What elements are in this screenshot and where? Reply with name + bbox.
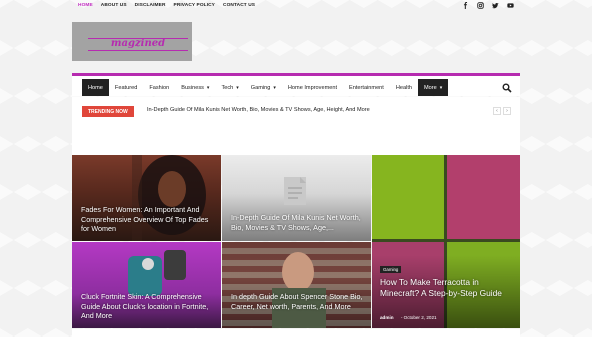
instagram-icon[interactable] <box>477 2 484 9</box>
top-menu-home[interactable]: HOME <box>78 3 93 8</box>
chevron-down-icon: ▾ <box>206 84 210 91</box>
nav-item-home-improvement[interactable]: Home Improvement <box>282 79 343 96</box>
top-bar: HOME ABOUT US DISCLAIMER PRIVACY POLICY … <box>72 0 520 13</box>
nav-label: Business <box>181 84 204 91</box>
nav-label: Gaming <box>250 84 271 91</box>
post-date: October 2, 2021 <box>403 315 437 320</box>
post-author[interactable]: admin <box>380 315 394 320</box>
site-logo[interactable]: magzined <box>72 22 192 61</box>
post-card[interactable]: Cluck Fortnite Skin: A Comprehensive Gui… <box>72 242 221 328</box>
nav-label: Fashion <box>149 84 170 91</box>
chevron-down-icon: ▾ <box>439 84 443 91</box>
top-menu-privacy-policy[interactable]: PRIVACY POLICY <box>174 3 215 8</box>
nav-item-fashion[interactable]: Fashion <box>143 79 175 96</box>
content-spacer <box>72 129 520 155</box>
category-badge[interactable]: Gaming <box>380 266 402 273</box>
post-meta: admin - October 2, 2021 <box>380 315 437 320</box>
search-icon[interactable] <box>502 80 512 93</box>
trending-headline[interactable]: In-Depth Guide Of Mila Kunis Net Worth, … <box>147 107 370 113</box>
top-menu-about-us[interactable]: ABOUT US <box>101 3 127 8</box>
nav-item-tech[interactable]: Tech ▾ <box>215 79 244 96</box>
social-links <box>462 2 514 9</box>
nav-label: Entertainment <box>349 84 384 91</box>
nav-item-health[interactable]: Health <box>390 79 418 96</box>
youtube-icon[interactable] <box>507 2 514 9</box>
post-card[interactable]: In depth Guide About Spencer Stone Bio, … <box>222 242 371 328</box>
nav-label: Home <box>88 84 103 91</box>
content-bottom <box>72 329 520 337</box>
post-title[interactable]: Cluck Fortnite Skin: A Comprehensive Gui… <box>81 292 216 321</box>
nav-label: Home Improvement <box>287 84 338 91</box>
facebook-icon[interactable] <box>462 2 469 9</box>
post-separator: - <box>400 315 403 320</box>
nav-label: Tech <box>221 84 234 91</box>
post-image <box>372 155 446 241</box>
post-card[interactable]: Fades For Women: An Important And Compre… <box>72 155 221 241</box>
post-title[interactable]: Fades For Women: An Important And Compre… <box>81 205 216 234</box>
nav-item-business[interactable]: Business ▾ <box>175 79 215 96</box>
logo-text: magzined <box>110 38 166 49</box>
chevron-right-icon[interactable]: › <box>503 107 511 115</box>
nav-item-gaming[interactable]: Gaming ▾ <box>245 79 282 96</box>
nav-label: Featured <box>114 84 138 91</box>
featured-post-card[interactable]: Gaming How To Make Terracotta in Minecra… <box>372 155 520 328</box>
top-menu-contact-us[interactable]: CONTACT US <box>223 3 255 8</box>
top-menu-disclaimer[interactable]: DISCLAIMER <box>135 3 166 8</box>
post-title[interactable]: In-Depth Guide Of Mila Kunis Net Worth, … <box>231 213 366 232</box>
featured-post-title[interactable]: How To Make Terracotta in Minecraft? A S… <box>380 277 512 299</box>
nav-label: More <box>424 84 437 91</box>
nav-item-more[interactable]: More ▾ <box>418 79 449 96</box>
nav-item-entertainment[interactable]: Entertainment <box>343 79 390 96</box>
chevron-left-icon[interactable]: ‹ <box>493 107 501 115</box>
post-title[interactable]: In depth Guide About Spencer Stone Bio, … <box>231 292 366 311</box>
trending-badge: TRENDING NOW <box>82 106 134 117</box>
trending-bar: TRENDING NOW In-Depth Guide Of Mila Kuni… <box>72 97 520 129</box>
main-navigation: Home Featured Fashion Business ▾ Tech ▾ Ga… <box>72 73 520 96</box>
chevron-down-icon: ▾ <box>236 84 239 91</box>
nav-item-featured[interactable]: Featured <box>109 79 143 96</box>
post-image <box>446 155 520 241</box>
logo-mark: magzined <box>88 37 188 51</box>
nav-item-home[interactable]: Home <box>82 79 109 96</box>
nav-label: Health <box>395 84 413 91</box>
logo-bottom-line <box>88 50 188 51</box>
top-menu: HOME ABOUT US DISCLAIMER PRIVACY POLICY … <box>78 3 255 8</box>
chevron-down-icon: ▾ <box>273 84 276 91</box>
twitter-icon[interactable] <box>492 2 499 9</box>
post-image <box>222 242 371 328</box>
post-card[interactable]: In-Depth Guide Of Mila Kunis Net Worth, … <box>222 155 371 241</box>
